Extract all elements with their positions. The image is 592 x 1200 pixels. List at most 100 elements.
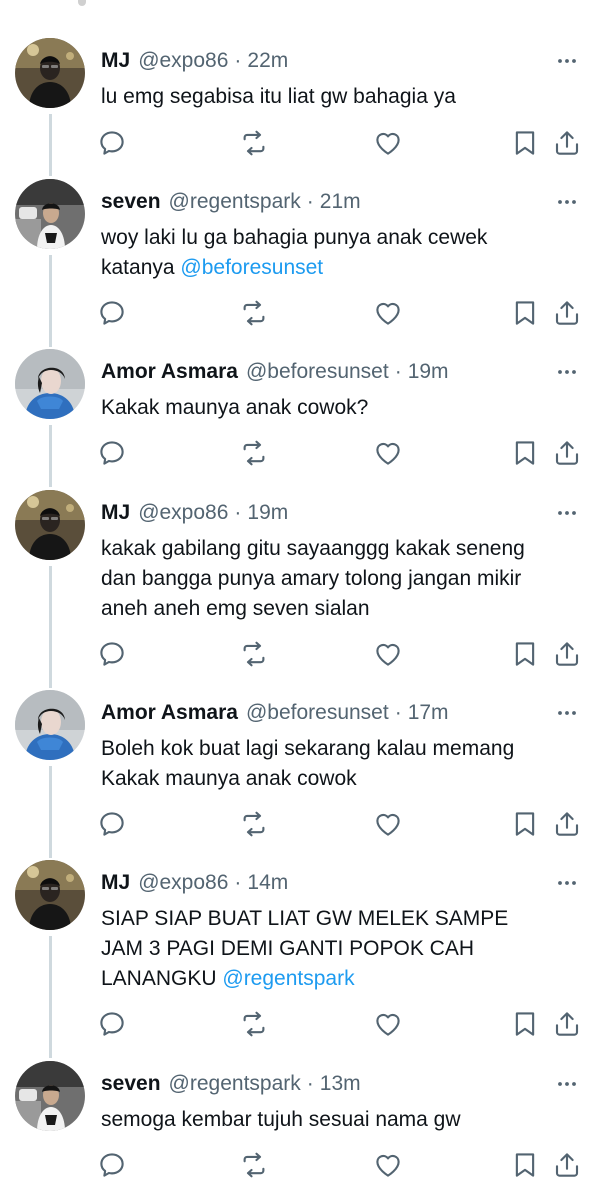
- user-handle[interactable]: @expo86: [138, 871, 228, 895]
- more-icon[interactable]: [556, 50, 578, 72]
- separator: ·: [306, 1072, 314, 1095]
- retweet-icon[interactable]: [239, 438, 269, 468]
- user-handle[interactable]: @beforesunset: [246, 701, 389, 725]
- tweet[interactable]: Amor Asmara @beforesunset · 17m Boleh ko…: [0, 690, 592, 850]
- retweet-icon[interactable]: [239, 1150, 269, 1180]
- avatar-seven[interactable]: [15, 1061, 85, 1131]
- user-handle[interactable]: @beforesunset: [246, 360, 389, 384]
- timestamp[interactable]: 19m: [247, 501, 288, 525]
- action-bar: [0, 1009, 592, 1039]
- separator: ·: [234, 871, 242, 894]
- tweet-text: semoga kembar tujuh sesuai nama gw: [101, 1105, 571, 1135]
- display-name[interactable]: seven: [101, 1072, 161, 1096]
- tweet-text: kakak gabilang gitu sayaanggg kakak sene…: [101, 534, 541, 624]
- tweet-header: Amor Asmara @beforesunset · 19m: [101, 357, 449, 387]
- display-name[interactable]: MJ: [101, 501, 130, 525]
- like-icon[interactable]: [373, 1009, 403, 1039]
- avatar-mj[interactable]: [15, 490, 85, 560]
- more-icon[interactable]: [556, 1073, 578, 1095]
- scroll-indicator: [78, 0, 86, 6]
- display-name[interactable]: seven: [101, 190, 161, 214]
- share-icon[interactable]: [552, 1009, 582, 1039]
- separator: ·: [234, 501, 242, 524]
- like-icon[interactable]: [373, 809, 403, 839]
- tweet[interactable]: MJ @expo86 · 22m lu emg segabisa itu lia…: [0, 38, 592, 168]
- reply-icon[interactable]: [97, 1150, 127, 1180]
- bookmark-icon[interactable]: [510, 298, 540, 328]
- tweet-body: semoga kembar tujuh sesuai nama gw: [101, 1108, 461, 1131]
- display-name[interactable]: Amor Asmara: [101, 360, 238, 384]
- like-icon[interactable]: [373, 438, 403, 468]
- tweet[interactable]: MJ @expo86 · 14m SIAP SIAP BUAT LIAT GW …: [0, 860, 592, 1050]
- like-icon[interactable]: [373, 639, 403, 669]
- more-icon[interactable]: [556, 191, 578, 213]
- tweet-body: Boleh kok buat lagi sekarang kalau meman…: [101, 737, 515, 790]
- reply-icon[interactable]: [97, 128, 127, 158]
- user-handle[interactable]: @regentspark: [169, 1072, 301, 1096]
- display-name[interactable]: MJ: [101, 871, 130, 895]
- like-icon[interactable]: [373, 128, 403, 158]
- retweet-icon[interactable]: [239, 128, 269, 158]
- share-icon[interactable]: [552, 128, 582, 158]
- like-icon[interactable]: [373, 298, 403, 328]
- more-icon[interactable]: [556, 702, 578, 724]
- retweet-icon[interactable]: [239, 809, 269, 839]
- bookmark-icon[interactable]: [510, 639, 540, 669]
- timestamp[interactable]: 14m: [247, 871, 288, 895]
- avatar-amor[interactable]: [15, 349, 85, 419]
- user-handle[interactable]: @regentspark: [169, 190, 301, 214]
- tweet[interactable]: Amor Asmara @beforesunset · 19m Kakak ma…: [0, 349, 592, 479]
- tweet-header: MJ @expo86 · 14m: [101, 868, 288, 898]
- more-icon[interactable]: [556, 872, 578, 894]
- more-icon[interactable]: [556, 361, 578, 383]
- bookmark-icon[interactable]: [510, 128, 540, 158]
- user-handle[interactable]: @expo86: [138, 501, 228, 525]
- retweet-icon[interactable]: [239, 639, 269, 669]
- avatar-amor[interactable]: [15, 690, 85, 760]
- reply-icon[interactable]: [97, 809, 127, 839]
- share-icon[interactable]: [552, 639, 582, 669]
- timestamp[interactable]: 22m: [247, 49, 288, 73]
- avatar-mj[interactable]: [15, 38, 85, 108]
- tweet[interactable]: seven @regentspark · 13m semoga kembar t…: [0, 1061, 592, 1200]
- retweet-icon[interactable]: [239, 1009, 269, 1039]
- tweet-body: kakak gabilang gitu sayaanggg kakak sene…: [101, 537, 525, 620]
- separator: ·: [306, 190, 314, 213]
- user-handle[interactable]: @expo86: [138, 49, 228, 73]
- timestamp[interactable]: 13m: [320, 1072, 361, 1096]
- action-bar: [0, 639, 592, 669]
- retweet-icon[interactable]: [239, 298, 269, 328]
- avatar-seven[interactable]: [15, 179, 85, 249]
- bookmark-icon[interactable]: [510, 1009, 540, 1039]
- tweet-text: Kakak maunya anak cowok?: [101, 393, 571, 423]
- tweet[interactable]: MJ @expo86 · 19m kakak gabilang gitu say…: [0, 490, 592, 680]
- share-icon[interactable]: [552, 809, 582, 839]
- separator: ·: [234, 49, 242, 72]
- display-name[interactable]: Amor Asmara: [101, 701, 238, 725]
- mention-link[interactable]: @beforesunset: [180, 256, 323, 279]
- more-icon[interactable]: [556, 502, 578, 524]
- separator: ·: [394, 360, 402, 383]
- share-icon[interactable]: [552, 298, 582, 328]
- bookmark-icon[interactable]: [510, 438, 540, 468]
- timestamp[interactable]: 17m: [408, 701, 449, 725]
- like-icon[interactable]: [373, 1150, 403, 1180]
- reply-icon[interactable]: [97, 639, 127, 669]
- share-icon[interactable]: [552, 438, 582, 468]
- reply-icon[interactable]: [97, 1009, 127, 1039]
- bookmark-icon[interactable]: [510, 1150, 540, 1180]
- reply-icon[interactable]: [97, 438, 127, 468]
- tweet-body: Kakak maunya anak cowok?: [101, 396, 369, 419]
- bookmark-icon[interactable]: [510, 809, 540, 839]
- reply-icon[interactable]: [97, 298, 127, 328]
- mention-link[interactable]: @regentspark: [222, 967, 354, 990]
- tweet-text: lu emg segabisa itu liat gw bahagia ya: [101, 82, 571, 112]
- timestamp[interactable]: 21m: [320, 190, 361, 214]
- timestamp[interactable]: 19m: [408, 360, 449, 384]
- share-icon[interactable]: [552, 1150, 582, 1180]
- display-name[interactable]: MJ: [101, 49, 130, 73]
- tweet-text: Boleh kok buat lagi sekarang kalau meman…: [101, 734, 576, 794]
- avatar-mj[interactable]: [15, 860, 85, 930]
- tweet[interactable]: seven @regentspark · 21m woy laki lu ga …: [0, 179, 592, 339]
- tweet-header: seven @regentspark · 13m: [101, 1069, 361, 1099]
